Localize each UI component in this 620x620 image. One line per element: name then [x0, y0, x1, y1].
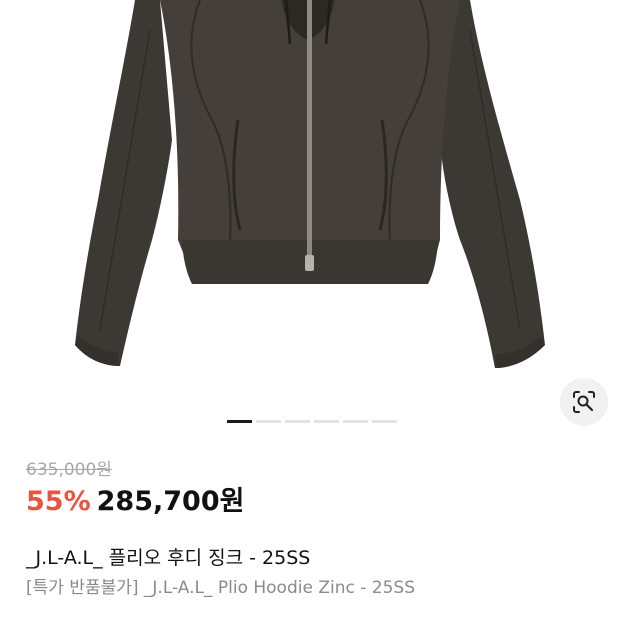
clipped-icon — [26, 615, 56, 620]
product-image[interactable] — [0, 0, 620, 420]
sale-price: 285,700원 — [96, 486, 245, 517]
original-price: 635,000원 — [26, 460, 112, 480]
image-pager — [227, 420, 397, 423]
lens-search-icon — [573, 391, 595, 413]
lens-search-button[interactable] — [560, 378, 608, 426]
discount-rate: 55% — [26, 486, 91, 517]
price-row: 55% 285,700원 — [26, 485, 244, 519]
pager-dot[interactable] — [285, 420, 310, 423]
pager-dot[interactable] — [372, 420, 397, 423]
hoodie-illustration — [75, 0, 545, 368]
pager-dot[interactable] — [343, 420, 368, 423]
product-subname: [특가 반품불가] _J.L-A.L_ Plio Hoodie Zinc - 2… — [26, 578, 415, 598]
product-name: _J.L-A.L_ 플리오 후디 징크 - 25SS — [26, 547, 311, 569]
clipped-next-row — [26, 610, 56, 620]
pager-dot[interactable] — [314, 420, 339, 423]
pager-dot[interactable] — [227, 420, 252, 423]
pager-dot[interactable] — [256, 420, 281, 423]
